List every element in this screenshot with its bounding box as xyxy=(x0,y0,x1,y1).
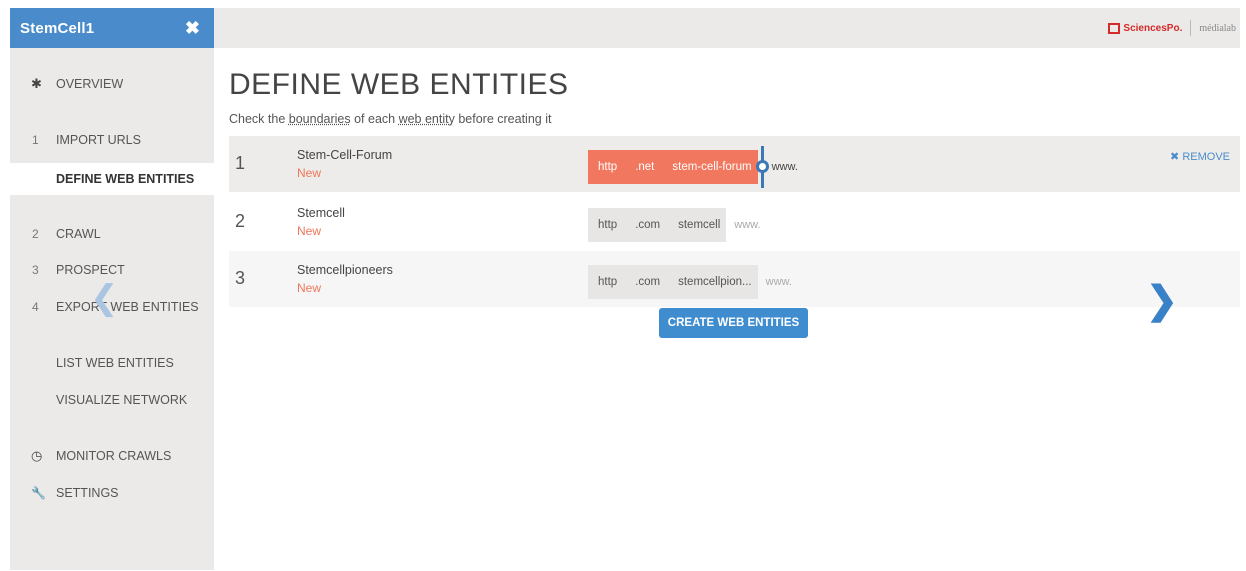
url-stem-www: www. xyxy=(765,276,792,288)
step-number: 1 xyxy=(32,133,39,147)
app-window: StemCell1 ✖ ✱ OVERVIEW 1 IMPORT URLS DEF… xyxy=(10,8,1240,570)
divider xyxy=(1190,20,1192,36)
wrench-icon: 🔧 xyxy=(31,486,46,500)
nav-visualize-network[interactable]: VISUALIZE NETWORK xyxy=(10,386,214,414)
medialab-logo: médialab xyxy=(1199,22,1236,34)
url-stems: http .com stemcellpion... xyxy=(588,265,758,299)
top-bar: SciencesPo. médialab xyxy=(214,8,1240,48)
nav-label: DEFINE WEB ENTITIES xyxy=(56,172,195,186)
nav-import-urls[interactable]: 1 IMPORT URLS xyxy=(10,126,214,154)
subtitle-text: before creating it xyxy=(454,112,552,126)
subtitle-link-web-entity[interactable]: web entity xyxy=(399,112,455,126)
entity-row[interactable]: 2 Stemcell New http .com stemcell www. xyxy=(229,194,1240,250)
entity-name: Stemcell xyxy=(297,206,345,220)
nav-crawl[interactable]: 2 CRAWL xyxy=(10,220,214,248)
url-stem: http xyxy=(598,219,618,231)
nav-label: OVERVIEW xyxy=(56,77,124,91)
url-stem: .net xyxy=(635,161,655,173)
url-stem-editor[interactable]: http .com stemcellpion... www. xyxy=(588,265,792,299)
nav-label: LIST WEB ENTITIES xyxy=(56,356,174,370)
entity-status: New xyxy=(297,281,322,295)
row-number: 2 xyxy=(235,211,246,231)
entity-status: New xyxy=(297,166,322,180)
nav-label: IMPORT URLS xyxy=(56,133,141,147)
chevron-right-icon[interactable]: ❯ xyxy=(1146,278,1178,323)
sciencespo-icon xyxy=(1108,22,1121,34)
entity-row[interactable]: 3 Stemcellpioneers New http .com stemcel… xyxy=(229,251,1240,307)
nav-label: PROSPECT xyxy=(56,263,125,277)
project-name: StemCell1 xyxy=(20,19,95,37)
nav-list-web-entities[interactable]: LIST WEB ENTITIES xyxy=(10,349,214,377)
url-stem: http xyxy=(598,161,618,173)
nav-define-web-entities[interactable]: DEFINE WEB ENTITIES xyxy=(10,163,214,195)
page-subtitle: Check the boundaries of each web entity … xyxy=(229,112,551,126)
nav-label: MONITOR CRAWLS xyxy=(56,449,172,463)
row-number: 3 xyxy=(235,268,246,288)
subtitle-link-boundaries[interactable]: boundaries xyxy=(289,112,351,126)
chevron-left-icon[interactable]: ❮ xyxy=(90,278,119,318)
subtitle-text: of each xyxy=(350,112,399,126)
url-stem: .com xyxy=(635,276,661,288)
remove-button[interactable]: ✖ REMOVE xyxy=(1170,150,1230,163)
url-stem: .com xyxy=(635,219,661,231)
close-icon[interactable]: ✖ xyxy=(185,18,200,39)
entity-name: Stem-Cell-Forum xyxy=(297,148,393,162)
nav-monitor-crawls[interactable]: ◷ MONITOR CRAWLS xyxy=(10,442,214,470)
sidebar: StemCell1 ✖ ✱ OVERVIEW 1 IMPORT URLS DEF… xyxy=(10,8,214,570)
page-title: DEFINE WEB ENTITIES xyxy=(229,68,569,101)
url-stem-editor[interactable]: http .net stem-cell-forum www. xyxy=(588,146,798,188)
sidebar-header: StemCell1 ✖ xyxy=(10,8,214,48)
url-stem-editor[interactable]: http .com stemcell www. xyxy=(588,208,761,242)
url-stem: stemcell xyxy=(678,219,721,231)
logo-text: SciencesPo. xyxy=(1123,22,1183,34)
nav-settings[interactable]: 🔧 SETTINGS xyxy=(10,479,214,507)
nav-label: SETTINGS xyxy=(56,486,119,500)
entity-name: Stemcellpioneers xyxy=(297,263,393,277)
row-number: 1 xyxy=(235,153,246,173)
nav-overview[interactable]: ✱ OVERVIEW xyxy=(10,70,214,98)
entity-status: New xyxy=(297,224,322,238)
step-number: 3 xyxy=(32,263,39,277)
slider-knob[interactable] xyxy=(755,160,769,173)
nav-label: CRAWL xyxy=(56,227,101,241)
logo-area: SciencesPo. médialab xyxy=(1108,20,1236,36)
subtitle-text: Check the xyxy=(229,112,289,126)
clock-icon: ◷ xyxy=(31,448,43,463)
url-stem-www: www. xyxy=(734,219,761,231)
url-stem-www: www. xyxy=(771,161,798,173)
create-web-entities-button[interactable]: CREATE WEB ENTITIES xyxy=(659,308,808,338)
nav-label: VISUALIZE NETWORK xyxy=(56,393,188,407)
entity-row[interactable]: 1 Stem-Cell-Forum New http .net stem-cel… xyxy=(229,136,1240,192)
sciencespo-logo: SciencesPo. xyxy=(1108,22,1183,34)
asterisk-icon: ✱ xyxy=(31,76,42,91)
url-stem: stem-cell-forum xyxy=(672,161,752,173)
step-number: 4 xyxy=(32,300,39,314)
step-number: 2 xyxy=(32,227,39,241)
url-stem: stemcellpion... xyxy=(678,276,752,288)
url-stem: http xyxy=(598,276,618,288)
url-stems: http .com stemcell xyxy=(588,208,727,242)
url-stems: http .net stem-cell-forum xyxy=(588,150,758,184)
boundary-slider-handle[interactable] xyxy=(755,146,769,188)
nav-label: EXPORT WEB ENTITIES xyxy=(56,300,199,314)
